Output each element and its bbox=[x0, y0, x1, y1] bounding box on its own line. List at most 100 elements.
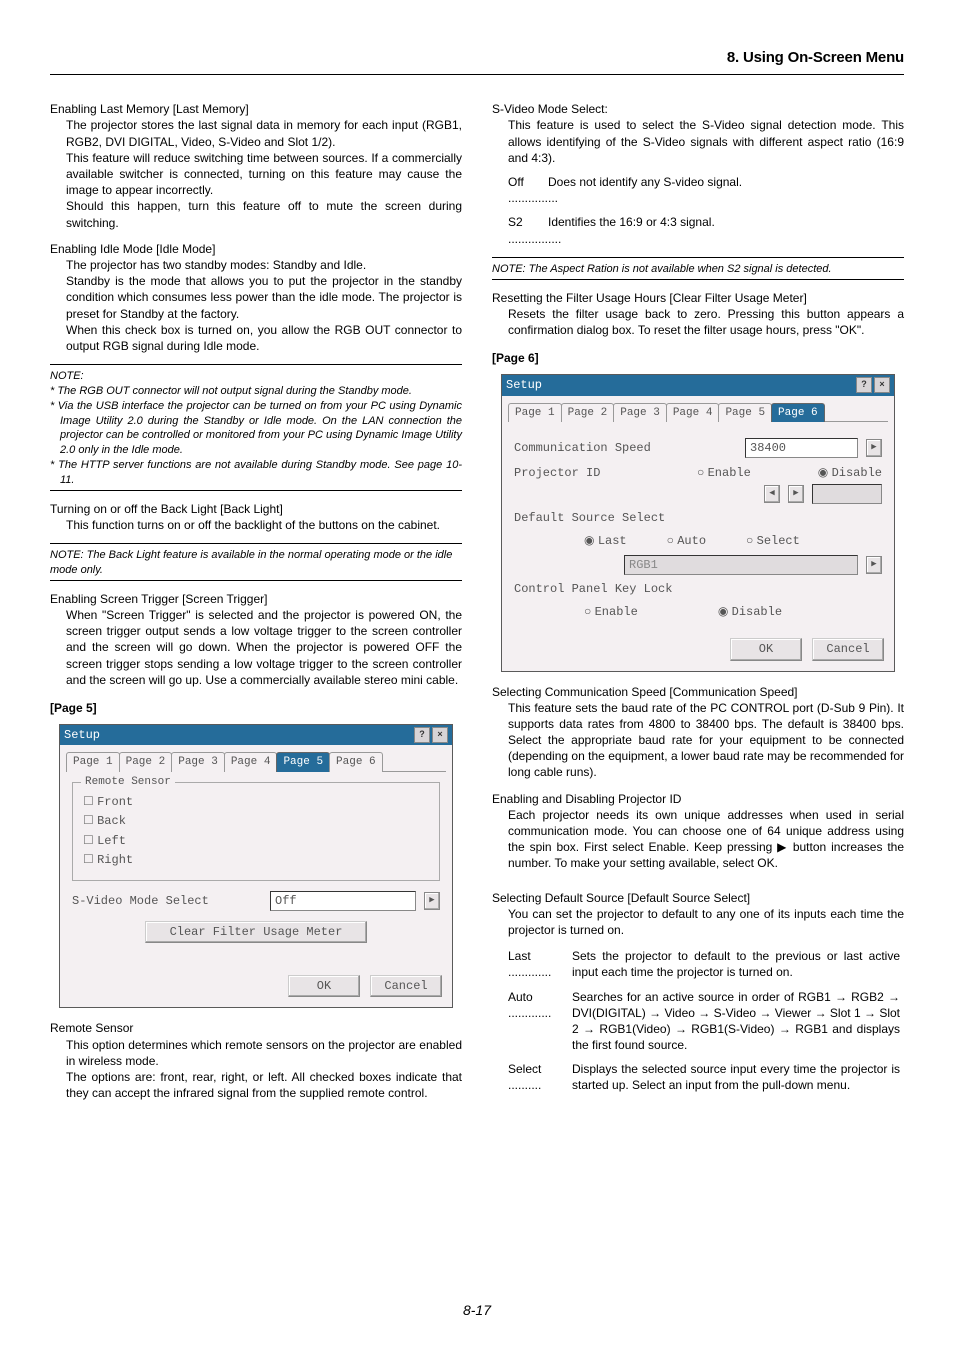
checkbox-back[interactable]: Back bbox=[83, 812, 429, 829]
body: This option determines which remote sens… bbox=[50, 1037, 462, 1069]
osd-title: Setup bbox=[64, 727, 100, 743]
tab-page2[interactable]: Page 2 bbox=[561, 403, 615, 423]
body: This feature sets the baud rate of the P… bbox=[492, 700, 904, 781]
radio-disable[interactable]: Disable bbox=[718, 603, 782, 620]
s2-desc: Identifies the 16:9 or 4:3 signal. bbox=[548, 214, 900, 230]
note-idle: NOTE: * The RGB OUT connector will not o… bbox=[50, 369, 462, 488]
off-label: Off ............... bbox=[508, 174, 548, 206]
radio-disable[interactable]: Disable bbox=[818, 464, 882, 481]
section-projector-id: Enabling and Disabling Projector ID Each… bbox=[492, 791, 904, 872]
note-line: * Via the USB interface the projector ca… bbox=[50, 399, 462, 458]
radio-enable[interactable]: Enable bbox=[697, 464, 751, 481]
group-label: Remote Sensor bbox=[81, 775, 175, 790]
ok-button[interactable]: OK bbox=[288, 975, 360, 997]
tab-page1[interactable]: Page 1 bbox=[66, 752, 120, 772]
heading: Enabling and Disabling Projector ID bbox=[492, 791, 904, 807]
comm-speed-row: Communication Speed 38400 ▶ bbox=[514, 438, 882, 458]
body: You can set the projector to default to … bbox=[492, 906, 904, 938]
help-button[interactable]: ? bbox=[414, 727, 430, 743]
osd-titlebar: Setup ? × bbox=[502, 375, 894, 395]
cancel-button[interactable]: Cancel bbox=[370, 975, 442, 997]
tab-page4[interactable]: Page 4 bbox=[224, 752, 278, 772]
section-remote-sensor: Remote Sensor This option determines whi… bbox=[50, 1020, 462, 1101]
dropdown-arrow-icon[interactable]: ▶ bbox=[424, 892, 440, 910]
auto-label: Auto ............. bbox=[508, 989, 572, 1021]
body: This feature is used to select the S-Vid… bbox=[492, 117, 904, 166]
body: When "Screen Trigger" is selected and th… bbox=[50, 607, 462, 688]
radio-auto[interactable]: Auto bbox=[667, 532, 706, 549]
clear-filter-usage-button[interactable]: Clear Filter Usage Meter bbox=[145, 921, 368, 943]
checkbox-front[interactable]: Front bbox=[83, 793, 429, 810]
cancel-button[interactable]: Cancel bbox=[812, 638, 884, 660]
header-title: 8. Using On-Screen Menu bbox=[50, 48, 904, 75]
heading: Resetting the Filter Usage Hours [Clear … bbox=[492, 290, 904, 306]
svideo-label: S-Video Mode Select bbox=[72, 893, 262, 909]
osd-titlebar: Setup ? × bbox=[60, 725, 452, 745]
section-svideo-mode: S-Video Mode Select: This feature is use… bbox=[492, 101, 904, 247]
tab-page3[interactable]: Page 3 bbox=[171, 752, 225, 772]
section-back-light: Turning on or off the Back Light [Back L… bbox=[50, 501, 462, 533]
close-button[interactable]: × bbox=[874, 377, 890, 393]
heading: Selecting Default Source [Default Source… bbox=[492, 890, 904, 906]
section-default-source: Selecting Default Source [Default Source… bbox=[492, 890, 904, 1094]
help-button[interactable]: ? bbox=[856, 377, 872, 393]
default-source-label: Default Source Select bbox=[514, 511, 665, 525]
body: The projector stores the last signal dat… bbox=[50, 117, 462, 149]
tab-page5[interactable]: Page 5 bbox=[276, 752, 330, 772]
spin-right-icon[interactable]: ▶ bbox=[788, 485, 804, 503]
tab-page6[interactable]: Page 6 bbox=[329, 752, 383, 772]
last-label: Last ............. bbox=[508, 948, 572, 980]
projector-id-label: Projector ID bbox=[514, 465, 689, 481]
checkbox-right[interactable]: Right bbox=[83, 851, 429, 868]
heading: Turning on or off the Back Light [Back L… bbox=[50, 501, 462, 517]
dropdown-arrow-icon[interactable]: ▶ bbox=[866, 439, 882, 457]
section-clear-filter: Resetting the Filter Usage Hours [Clear … bbox=[492, 290, 904, 339]
checkbox-left[interactable]: Left bbox=[83, 832, 429, 849]
section-idle-mode: Enabling Idle Mode [Idle Mode] The proje… bbox=[50, 241, 462, 354]
body: This feature will reduce switching time … bbox=[50, 150, 462, 199]
osd-setup-page5: Setup ? × Page 1 Page 2 Page 3 Page 4 Pa… bbox=[59, 724, 453, 1008]
page: 8. Using On-Screen Menu Enabling Last Me… bbox=[0, 0, 954, 1348]
body: The projector has two standby modes: Sta… bbox=[50, 257, 462, 273]
remote-sensor-group: Remote Sensor Front Back Left Right bbox=[72, 782, 440, 881]
projector-id-row: Projector ID Enable Disable bbox=[514, 464, 882, 481]
s2-label: S2 ................ bbox=[508, 214, 548, 246]
tab-page5[interactable]: Page 5 bbox=[718, 403, 772, 423]
tab-page4[interactable]: Page 4 bbox=[666, 403, 720, 423]
page5-label: [Page 5] bbox=[50, 700, 462, 716]
section-comm-speed: Selecting Communication Speed [Communica… bbox=[492, 684, 904, 781]
left-column: Enabling Last Memory [Last Memory] The p… bbox=[50, 101, 462, 1111]
tab-row: Page 1 Page 2 Page 3 Page 4 Page 5 Page … bbox=[66, 751, 446, 772]
note-label: NOTE: bbox=[50, 370, 84, 382]
cpkl-label: Control Panel Key Lock bbox=[514, 582, 672, 596]
select-desc: Displays the selected source input every… bbox=[572, 1061, 900, 1093]
heading: Selecting Communication Speed [Communica… bbox=[492, 684, 904, 700]
note-backlight: NOTE: The Back Light feature is availabl… bbox=[50, 548, 462, 578]
radio-select[interactable]: Select bbox=[746, 532, 800, 549]
tab-page3[interactable]: Page 3 bbox=[613, 403, 667, 423]
default-source-group: Default Source Select Last Auto Select R… bbox=[514, 510, 882, 575]
spin-left-icon[interactable]: ◀ bbox=[764, 485, 780, 503]
comm-speed-select[interactable]: 38400 bbox=[745, 438, 858, 458]
note-text: NOTE: The Aspect Ration is not available… bbox=[492, 263, 832, 275]
body: Each projector needs its own unique addr… bbox=[492, 807, 904, 872]
source-select-input[interactable]: RGB1 bbox=[624, 555, 858, 575]
dropdown-arrow-icon[interactable]: ▶ bbox=[866, 556, 882, 574]
projector-id-value bbox=[812, 484, 882, 504]
tab-page6[interactable]: Page 6 bbox=[771, 403, 825, 423]
radio-last[interactable]: Last bbox=[584, 532, 627, 549]
radio-enable[interactable]: Enable bbox=[584, 603, 638, 620]
body: The options are: front, rear, right, or … bbox=[50, 1069, 462, 1101]
control-panel-lock-group: Control Panel Key Lock Enable Disable bbox=[514, 581, 882, 620]
right-column: S-Video Mode Select: This feature is use… bbox=[492, 101, 904, 1111]
tab-page2[interactable]: Page 2 bbox=[119, 752, 173, 772]
tab-page1[interactable]: Page 1 bbox=[508, 403, 562, 423]
body: Should this happen, turn this feature of… bbox=[50, 198, 462, 230]
close-button[interactable]: × bbox=[432, 727, 448, 743]
note-line: * The HTTP server functions are not avai… bbox=[50, 458, 462, 488]
tab-row: Page 1 Page 2 Page 3 Page 4 Page 5 Page … bbox=[508, 402, 888, 423]
svideo-select[interactable]: Off bbox=[270, 891, 416, 911]
select-label: Select .......... bbox=[508, 1061, 572, 1093]
note-line: * The RGB OUT connector will not output … bbox=[50, 384, 462, 399]
ok-button[interactable]: OK bbox=[730, 638, 802, 660]
